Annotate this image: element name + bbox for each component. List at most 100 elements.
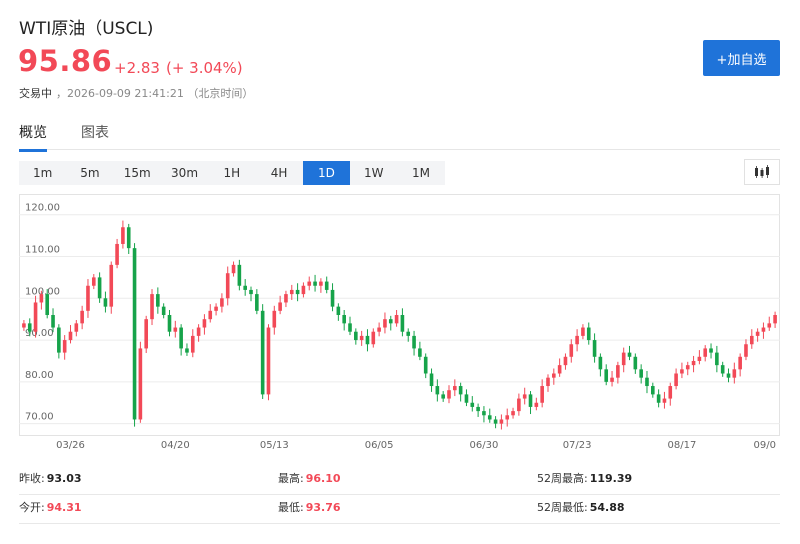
stat-prev-close: 昨收: 93.03: [19, 470, 82, 486]
period-1w[interactable]: 1W: [350, 161, 397, 185]
candle-body: [499, 419, 504, 424]
stats-row: 昨收: 93.03 最高: 96.10 52周最高: 119.39: [19, 466, 780, 495]
candle-body: [627, 352, 632, 357]
candle-body: [575, 335, 579, 345]
candle-body: [185, 348, 189, 353]
candle-body: [243, 285, 247, 290]
candle-body: [266, 327, 271, 395]
stat-value: 54.88: [589, 501, 625, 514]
instrument-title: WTI原油（USCL): [19, 19, 154, 39]
candle-body: [231, 264, 236, 274]
current-price: 95.86: [18, 44, 113, 78]
candle-body: [377, 327, 381, 332]
candle-body: [645, 377, 649, 387]
stat-label: 52周最高:: [537, 472, 588, 485]
candle-body: [39, 294, 44, 303]
stat-value: 96.10: [305, 472, 341, 485]
y-tick-label: 80.00: [25, 370, 54, 381]
candle-body: [406, 331, 411, 336]
period-1d[interactable]: 1D: [302, 161, 351, 185]
tab-overview[interactable]: 概览: [19, 122, 47, 152]
stat-label: 52周最低:: [537, 501, 588, 514]
candle-body: [656, 394, 661, 403]
candle-body: [528, 394, 533, 407]
candle-body: [633, 356, 638, 370]
candle-body: [202, 319, 207, 328]
tab-chart[interactable]: 图表: [81, 122, 109, 149]
candle-body: [295, 289, 300, 295]
candle-body: [27, 323, 32, 332]
candle-body: [342, 315, 346, 324]
candle-body: [447, 390, 451, 399]
candle-body: [493, 419, 498, 424]
period-30m[interactable]: 30m: [161, 161, 208, 185]
candle-body: [517, 398, 521, 412]
x-tick-label: 06/30: [470, 440, 499, 451]
candle-body: [109, 264, 114, 307]
candle-body: [749, 335, 754, 345]
candle-body: [453, 386, 457, 391]
candle-body: [552, 373, 556, 378]
candle-body: [121, 227, 125, 244]
candle-body: [394, 315, 399, 324]
candle-body: [313, 281, 317, 286]
period-5m[interactable]: 5m: [66, 161, 113, 185]
y-tick-label: 70.00: [25, 412, 54, 423]
change-percent: (+ 3.04%): [165, 59, 243, 77]
candle-body: [354, 331, 358, 341]
period-15m[interactable]: 15m: [114, 161, 161, 185]
candlestick-icon: [755, 165, 769, 178]
candle-body: [703, 348, 708, 357]
price-change: +2.83 (+ 3.04%): [114, 59, 249, 77]
candle-body: [441, 394, 445, 399]
x-tick-label: 05/13: [260, 440, 289, 451]
candle-body: [156, 294, 160, 307]
candle-body: [220, 298, 224, 307]
candle-body: [144, 319, 149, 349]
chart-type-button[interactable]: [744, 159, 780, 185]
tab-bar: 概览 图表: [19, 118, 780, 152]
candle-body: [761, 327, 766, 332]
candle-body: [249, 289, 253, 295]
candle-body: [272, 310, 277, 328]
candle-body: [744, 344, 748, 357]
candle-body: [592, 340, 597, 357]
stat-label: 昨收:: [19, 472, 45, 485]
candle-body: [126, 227, 131, 249]
candle-body: [662, 398, 667, 403]
candle-body: [423, 356, 428, 374]
candle-body: [179, 327, 183, 349]
stat-value: 119.39: [589, 472, 633, 485]
candle-body: [680, 369, 684, 374]
candle-body: [278, 302, 282, 311]
candle-body: [482, 411, 486, 416]
candle-body: [51, 315, 55, 328]
period-1mo[interactable]: 1M: [397, 161, 444, 185]
candle-body: [726, 373, 731, 378]
x-tick-label: 06/05: [365, 440, 394, 451]
period-1m[interactable]: 1m: [19, 161, 66, 185]
period-1h[interactable]: 1H: [208, 161, 255, 185]
period-4h[interactable]: 4H: [255, 161, 302, 185]
candle-body: [22, 323, 26, 328]
candle-body: [190, 335, 195, 353]
candle-body: [458, 386, 463, 395]
candle-body: [74, 323, 79, 332]
add-to-watchlist-button[interactable]: +加自选: [703, 40, 780, 76]
candle-body: [255, 294, 259, 311]
candle-body: [284, 294, 288, 303]
candle-body: [412, 335, 416, 349]
candle-body: [208, 310, 213, 320]
candle-body: [464, 394, 469, 403]
candle-body: [132, 248, 137, 420]
candle-body: [260, 310, 265, 395]
candle-body: [557, 365, 562, 374]
candle-body: [767, 323, 772, 328]
price-chart[interactable]: 120.00110.00100.0090.0080.0070.00 03/26 0…: [19, 194, 780, 457]
candle-body: [639, 369, 643, 378]
candle-body: [511, 411, 515, 416]
candle-body: [697, 356, 702, 361]
candle-body: [616, 365, 620, 378]
trading-status: 交易中 ，2026-09-09 21:41:21 （北京时间）: [19, 85, 253, 101]
candle-body: [720, 365, 725, 374]
